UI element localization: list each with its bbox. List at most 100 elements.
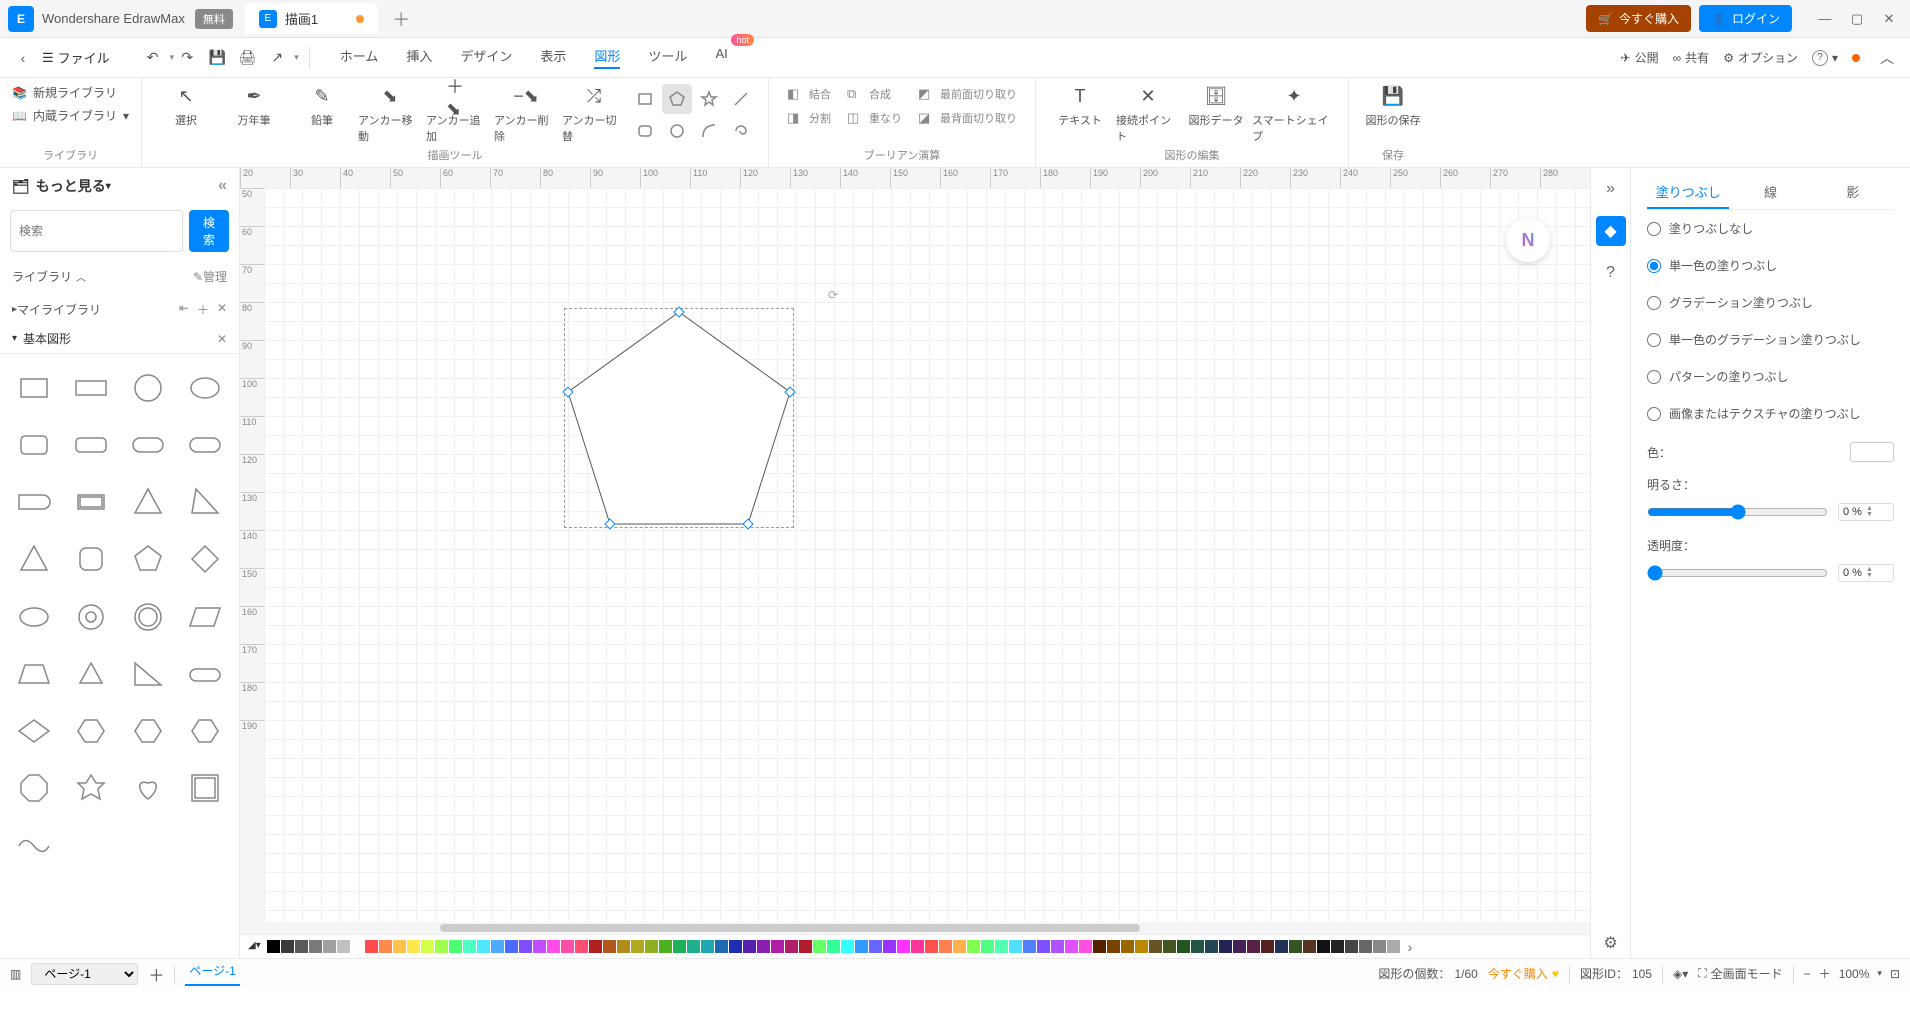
- shape-item[interactable]: [182, 536, 229, 583]
- shape-pentagon-button[interactable]: [662, 84, 692, 114]
- document-tab[interactable]: E 描画1: [245, 3, 378, 34]
- ai-assistant-button[interactable]: N: [1506, 218, 1550, 262]
- palette-swatch[interactable]: [603, 940, 616, 953]
- add-page-button[interactable]: ＋: [148, 962, 164, 986]
- shape-item[interactable]: [10, 765, 57, 812]
- palette-swatch[interactable]: [1205, 940, 1218, 953]
- rotate-handle-icon[interactable]: ⟳: [828, 288, 838, 302]
- shape-item[interactable]: [125, 421, 172, 468]
- page-tab[interactable]: ページ-1: [185, 962, 239, 986]
- horizontal-scrollbar[interactable]: [240, 922, 1590, 934]
- rail-settings-button[interactable]: ⚙: [1596, 928, 1626, 958]
- export-button[interactable]: ↗: [264, 45, 290, 71]
- brightness-slider[interactable]: [1647, 504, 1828, 520]
- palette-swatch[interactable]: [827, 940, 840, 953]
- fill-dropper-icon[interactable]: ◢▾: [248, 940, 266, 954]
- palette-swatch[interactable]: [1387, 940, 1400, 953]
- publish-button[interactable]: ✈公開: [1621, 49, 1659, 66]
- fill-pattern-option[interactable]: パターンの塗りつぶし: [1647, 358, 1894, 395]
- shape-item[interactable]: [125, 479, 172, 526]
- palette-swatch[interactable]: [365, 940, 378, 953]
- menu-ai[interactable]: AI: [715, 46, 727, 63]
- shape-item[interactable]: [125, 650, 172, 697]
- palette-swatch[interactable]: [841, 940, 854, 953]
- bool-overlap-button[interactable]: ◫重なり: [841, 108, 908, 128]
- palette-swatch[interactable]: [1177, 940, 1190, 953]
- window-minimize-button[interactable]: —: [1812, 6, 1838, 32]
- manage-button[interactable]: ✎管理: [193, 268, 227, 285]
- bool-compose-button[interactable]: ⧉合成: [841, 84, 908, 104]
- buy-now-button[interactable]: 🛒 今すぐ購入: [1586, 5, 1691, 32]
- palette-swatch[interactable]: [505, 940, 518, 953]
- palette-swatch[interactable]: [547, 940, 560, 953]
- redo-button[interactable]: ↷: [174, 45, 200, 71]
- palette-swatch[interactable]: [897, 940, 910, 953]
- file-menu[interactable]: ☰ ファイル: [42, 48, 110, 67]
- palette-swatch[interactable]: [995, 940, 1008, 953]
- shape-item[interactable]: [10, 479, 57, 526]
- edit-conn-point-button[interactable]: ✕接続ポイント: [1116, 84, 1180, 144]
- palette-swatch[interactable]: [701, 940, 714, 953]
- palette-swatch[interactable]: [1289, 940, 1302, 953]
- palette-swatch[interactable]: [589, 940, 602, 953]
- tool-anchor-switch[interactable]: ⤮アンカー切替: [562, 84, 626, 144]
- shape-item[interactable]: [182, 421, 229, 468]
- palette-swatch[interactable]: [631, 940, 644, 953]
- fill-gradient-option[interactable]: グラデーション塗りつぶし: [1647, 284, 1894, 321]
- palette-swatch[interactable]: [309, 940, 322, 953]
- palette-swatch[interactable]: [617, 940, 630, 953]
- bool-back-crop-button[interactable]: ◪最背面切り取り: [912, 108, 1023, 128]
- edit-smart-shape-button[interactable]: ✦スマートシェイプ: [1252, 84, 1336, 144]
- palette-swatch[interactable]: [1317, 940, 1330, 953]
- palette-swatch[interactable]: [659, 940, 672, 953]
- shape-item[interactable]: [182, 765, 229, 812]
- shape-arc-button[interactable]: [694, 116, 724, 146]
- fit-screen-button[interactable]: ⊡: [1890, 967, 1900, 981]
- palette-swatch[interactable]: [981, 940, 994, 953]
- tab-shadow[interactable]: 影: [1812, 176, 1894, 209]
- palette-swatch[interactable]: [1233, 940, 1246, 953]
- palette-swatch[interactable]: [645, 940, 658, 953]
- tool-fountain-pen[interactable]: ✒万年筆: [222, 84, 286, 128]
- palette-swatch[interactable]: [715, 940, 728, 953]
- palette-swatch[interactable]: [295, 940, 308, 953]
- palette-swatch[interactable]: [673, 940, 686, 953]
- menu-view[interactable]: 表示: [540, 46, 566, 69]
- palette-swatch[interactable]: [967, 940, 980, 953]
- shape-item[interactable]: [182, 593, 229, 640]
- palette-swatch[interactable]: [855, 940, 868, 953]
- shape-item[interactable]: [182, 364, 229, 411]
- options-button[interactable]: ⚙オプション: [1723, 49, 1798, 66]
- lib-import-button[interactable]: ⇤: [179, 301, 189, 318]
- opacity-value-input[interactable]: 0 %▲▼: [1838, 564, 1894, 582]
- palette-swatch[interactable]: [463, 940, 476, 953]
- palette-swatch[interactable]: [449, 940, 462, 953]
- palette-swatch[interactable]: [1065, 940, 1078, 953]
- menu-shape[interactable]: 図形: [594, 46, 620, 69]
- page-selector[interactable]: ページ-1: [31, 963, 138, 985]
- shape-item[interactable]: [182, 708, 229, 755]
- palette-swatch[interactable]: [323, 940, 336, 953]
- palette-swatch[interactable]: [351, 940, 364, 953]
- palette-swatch[interactable]: [407, 940, 420, 953]
- shape-item[interactable]: [182, 650, 229, 697]
- palette-swatch[interactable]: [519, 940, 532, 953]
- basic-shapes-close-button[interactable]: ✕: [217, 332, 227, 346]
- tool-anchor-move[interactable]: ⬊アンカー移動: [358, 84, 422, 144]
- shape-item[interactable]: [67, 364, 114, 411]
- save-shape-button[interactable]: 💾図形の保存: [1361, 84, 1425, 128]
- basic-shapes-label[interactable]: 基本図形: [23, 330, 71, 347]
- shape-item[interactable]: [10, 593, 57, 640]
- color-swatch-button[interactable]: [1850, 442, 1894, 462]
- palette-swatch[interactable]: [729, 940, 742, 953]
- palette-swatch[interactable]: [925, 940, 938, 953]
- shape-item[interactable]: [125, 536, 172, 583]
- layout-icon[interactable]: ▥: [10, 967, 21, 981]
- palette-swatch[interactable]: [743, 940, 756, 953]
- lib-add-button[interactable]: ＋: [197, 301, 209, 318]
- tab-fill[interactable]: 塗りつぶし: [1647, 176, 1729, 209]
- shape-item[interactable]: [67, 765, 114, 812]
- shape-item[interactable]: [10, 650, 57, 697]
- palette-swatch[interactable]: [1163, 940, 1176, 953]
- palette-swatch[interactable]: [1331, 940, 1344, 953]
